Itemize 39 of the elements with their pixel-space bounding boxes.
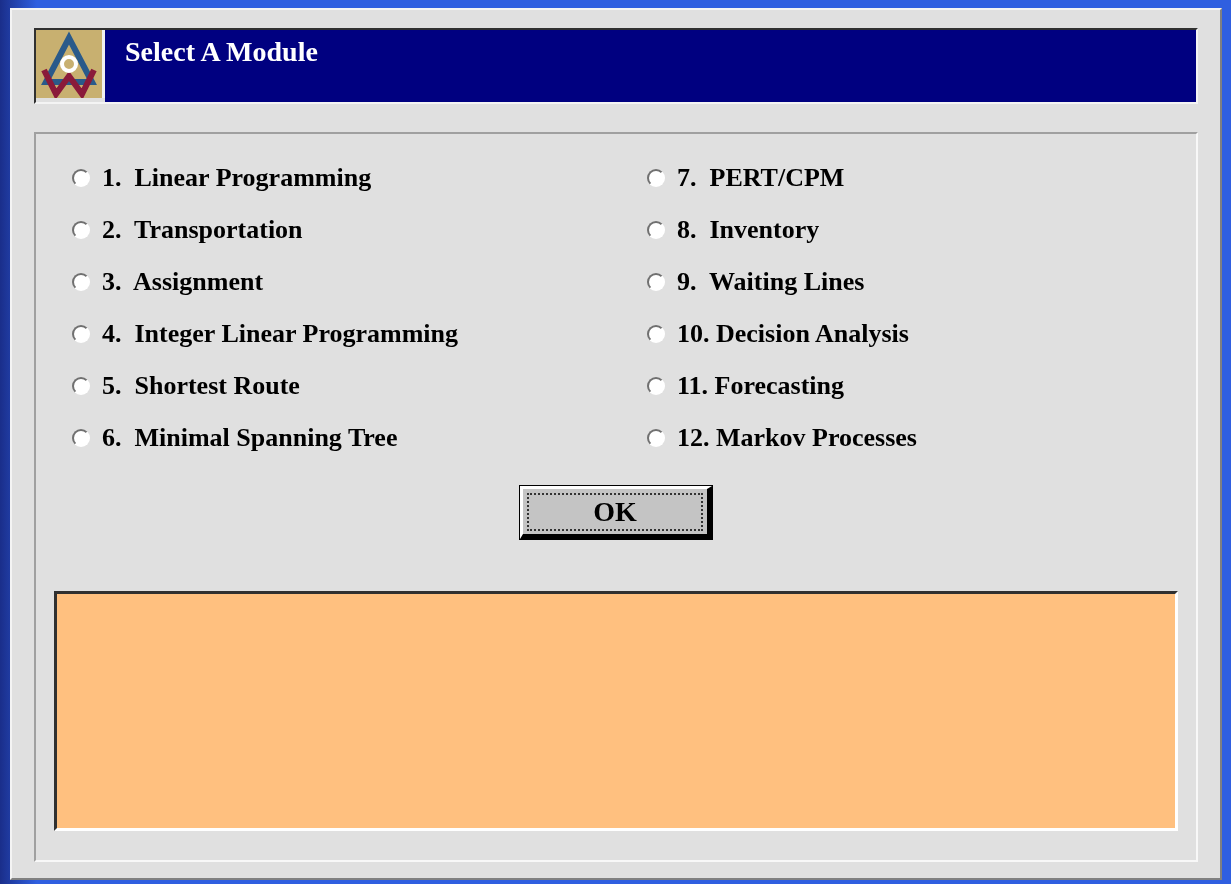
logo-icon bbox=[36, 30, 105, 98]
radio-option[interactable]: 5. Shortest Route bbox=[72, 360, 647, 412]
option-label: 1. Linear Programming bbox=[102, 163, 372, 193]
radio-option[interactable]: 7. PERT/CPM bbox=[647, 152, 1178, 204]
radio-option[interactable]: 6. Minimal Spanning Tree bbox=[72, 412, 647, 464]
radio-button[interactable] bbox=[647, 221, 665, 239]
option-label: 9. Waiting Lines bbox=[677, 267, 865, 297]
radio-button[interactable] bbox=[647, 169, 665, 187]
option-label: 6. Minimal Spanning Tree bbox=[102, 423, 398, 453]
radio-option[interactable]: 11. Forecasting bbox=[647, 360, 1178, 412]
option-label: 2. Transportation bbox=[102, 215, 303, 245]
radio-button[interactable] bbox=[647, 325, 665, 343]
radio-button[interactable] bbox=[72, 429, 90, 447]
radio-option[interactable]: 10. Decision Analysis bbox=[647, 308, 1178, 360]
ok-button[interactable]: OK bbox=[520, 486, 712, 539]
radio-button[interactable] bbox=[647, 377, 665, 395]
radio-button[interactable] bbox=[647, 429, 665, 447]
radio-option[interactable]: 12. Markov Processes bbox=[647, 412, 1178, 464]
radio-button[interactable] bbox=[72, 169, 90, 187]
radio-option[interactable]: 9. Waiting Lines bbox=[647, 256, 1178, 308]
radio-button[interactable] bbox=[72, 221, 90, 239]
window-title: Select A Module bbox=[105, 30, 1196, 102]
radio-option[interactable]: 4. Integer Linear Programming bbox=[72, 308, 647, 360]
radio-button[interactable] bbox=[72, 377, 90, 395]
option-label: 11. Forecasting bbox=[677, 371, 845, 401]
option-label: 7. PERT/CPM bbox=[677, 163, 845, 193]
radio-button[interactable] bbox=[72, 273, 90, 291]
option-label: 8. Inventory bbox=[677, 215, 820, 245]
radio-option[interactable]: 3. Assignment bbox=[72, 256, 647, 308]
option-label: 5. Shortest Route bbox=[102, 371, 300, 401]
radio-button[interactable] bbox=[72, 325, 90, 343]
option-label: 12. Markov Processes bbox=[677, 423, 917, 453]
radio-option[interactable]: 2. Transportation bbox=[72, 204, 647, 256]
option-label: 10. Decision Analysis bbox=[677, 319, 909, 349]
radio-button[interactable] bbox=[647, 273, 665, 291]
option-label: 4. Integer Linear Programming bbox=[102, 319, 458, 349]
option-label: 3. Assignment bbox=[102, 267, 264, 297]
radio-option[interactable]: 1. Linear Programming bbox=[72, 152, 647, 204]
radio-option[interactable]: 8. Inventory bbox=[647, 204, 1178, 256]
